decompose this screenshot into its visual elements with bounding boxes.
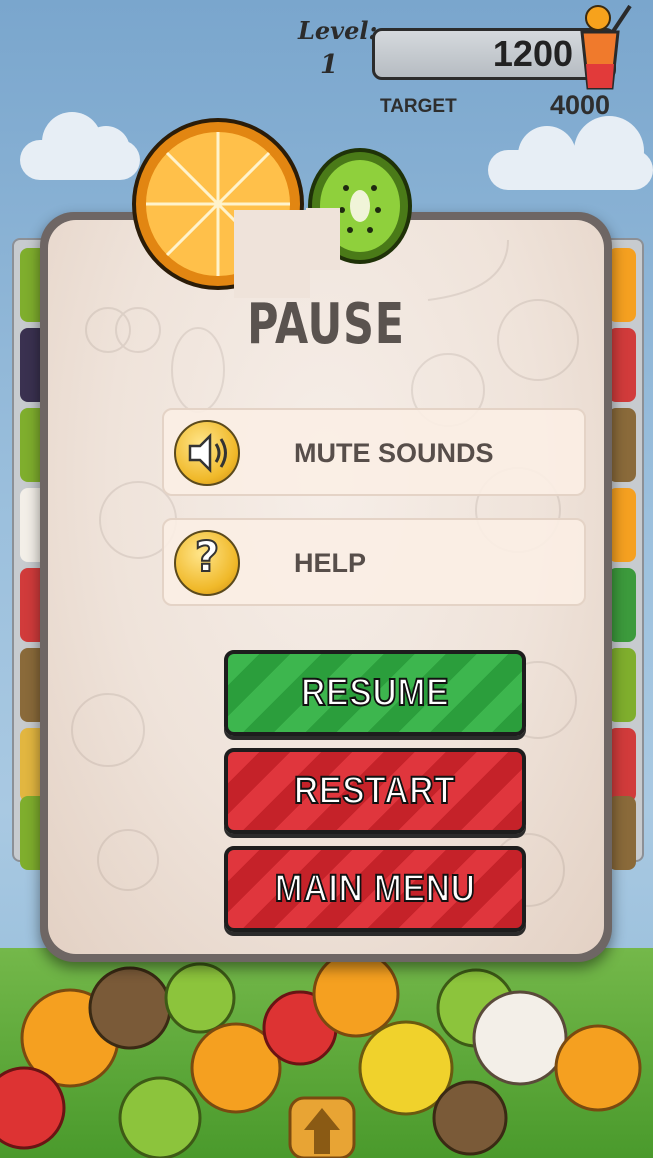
kiwi-icon	[118, 1076, 202, 1158]
fruit-tile	[608, 648, 636, 722]
orange-icon	[312, 958, 400, 1038]
pause-title: PAUSE	[247, 292, 405, 357]
main-menu-button[interactable]: MAIN MENU	[224, 846, 526, 932]
level-label: Level:	[298, 16, 378, 45]
level-value: 1	[320, 50, 339, 80]
fruit-pile	[0, 958, 642, 1158]
fruit-tile	[608, 796, 636, 870]
question-icon: ?	[174, 530, 240, 596]
watermelon-icon	[0, 1066, 66, 1150]
orange-icon	[554, 1024, 642, 1112]
fruit-tile	[608, 328, 636, 402]
resume-button-label: RESUME	[300, 671, 450, 715]
juice-glass-icon	[580, 4, 632, 90]
cloud	[488, 116, 653, 190]
target-value: 4000	[550, 90, 611, 120]
coconut-icon	[472, 990, 568, 1086]
fruit-tile	[608, 408, 636, 482]
mute-sounds-label: MUTE SOUNDS	[294, 438, 494, 468]
coconut-icon	[432, 1080, 508, 1156]
restart-button[interactable]: RESTART	[224, 748, 526, 834]
fruit-tile	[608, 248, 636, 322]
kiwi-slice-icon	[306, 148, 412, 270]
help-option[interactable]: ? HELP	[162, 518, 586, 606]
restart-button-label: RESTART	[293, 769, 456, 813]
fruit-tile	[608, 488, 636, 562]
speaker-icon	[174, 420, 240, 486]
main-menu-button-label: MAIN MENU	[274, 867, 476, 911]
kiwi-icon	[164, 962, 236, 1034]
resume-button[interactable]: RESUME	[224, 650, 526, 736]
help-label: HELP	[294, 548, 367, 578]
fruit-tile	[608, 728, 636, 802]
coconut-icon	[88, 966, 172, 1050]
score-value: 1200	[492, 33, 573, 74]
cloud	[20, 112, 140, 180]
orange-slice-icon	[132, 118, 310, 298]
target-label: TARGET	[380, 96, 457, 117]
mute-sounds-option[interactable]: MUTE SOUNDS	[162, 408, 586, 496]
fruit-tile	[608, 568, 636, 642]
